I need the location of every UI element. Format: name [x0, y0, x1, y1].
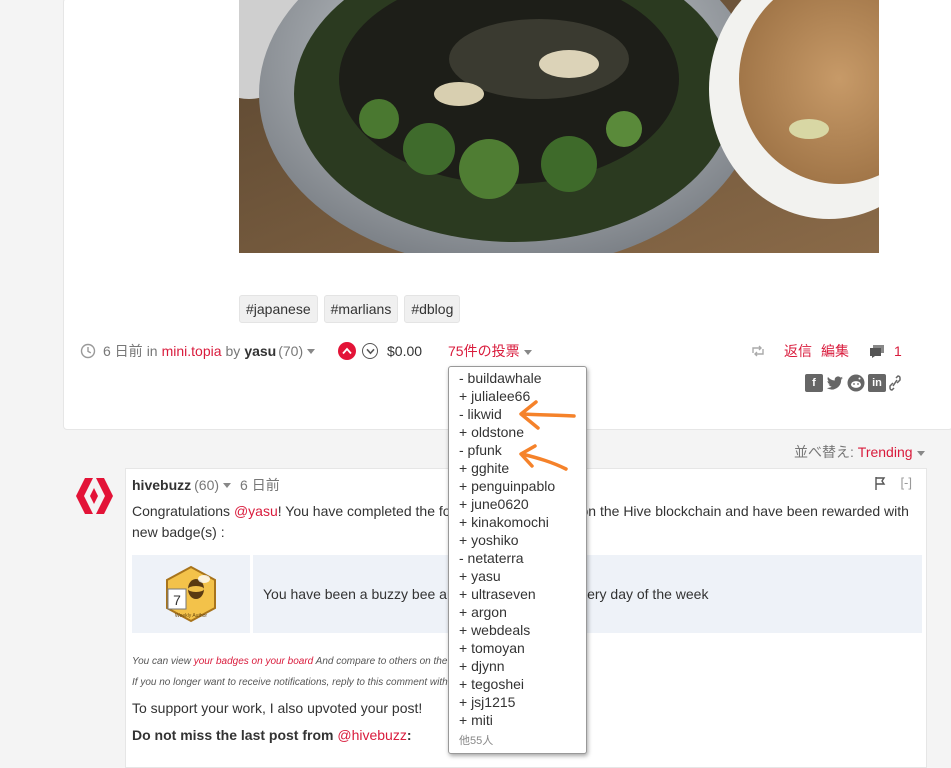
votes-count-button[interactable]: 75件の投票: [448, 340, 532, 362]
votes-count-label[interactable]: 75件の投票: [448, 343, 520, 359]
facebook-icon[interactable]: f: [805, 374, 823, 392]
last-post-suffix: :: [406, 727, 412, 743]
voter-item[interactable]: + ultraseven: [459, 585, 586, 603]
link-icon[interactable]: [889, 375, 901, 391]
by-word: by: [225, 343, 241, 359]
edit-link[interactable]: 編集: [821, 341, 849, 361]
sort-value[interactable]: Trending: [858, 444, 913, 460]
clock-icon: [80, 343, 96, 359]
comment-controls: [-]: [874, 475, 912, 490]
voter-item[interactable]: + argon: [459, 603, 586, 621]
author-menu-caret-icon[interactable]: [307, 348, 316, 354]
congrats-prefix: Congratulations: [132, 503, 234, 519]
voter-item[interactable]: + yoshiko: [459, 531, 586, 549]
more-voters: 他55人: [459, 735, 494, 747]
annotation-arrow-pfunk: [519, 444, 568, 471]
flag-icon[interactable]: [874, 476, 886, 490]
sort-control[interactable]: 並べ替え: Trending: [794, 442, 925, 462]
post-time[interactable]: 6 日前: [103, 341, 143, 361]
share-row: f in: [805, 374, 901, 392]
votes-caret-icon: [523, 349, 532, 355]
comment-header: hivebuzz (60) 6 日前: [132, 475, 280, 495]
voter-item[interactable]: + miti: [459, 711, 586, 729]
voter-item[interactable]: + penguinpablo: [459, 477, 586, 495]
vote-area: $0.00: [338, 340, 422, 362]
hivebuzz-mention-link[interactable]: @hivebuzz: [337, 727, 406, 743]
post-image-food-bowl: [239, 0, 879, 253]
post-meta: 6 日前 in mini.topia by yasu (70): [80, 340, 316, 362]
mention-link[interactable]: @yasu: [234, 503, 278, 519]
voter-item[interactable]: + tegoshei: [459, 675, 586, 693]
voter-item[interactable]: - netaterra: [459, 549, 586, 567]
upvote-icon[interactable]: [338, 342, 356, 360]
tag-japanese[interactable]: #japanese: [239, 295, 318, 323]
linkedin-icon[interactable]: in: [868, 374, 886, 392]
voter-item[interactable]: + webdeals: [459, 621, 586, 639]
badge-caption: Weekly Author: [175, 613, 207, 619]
badge-image: 7 Weekly Author: [132, 555, 253, 633]
comment-author-reputation: (60): [194, 477, 220, 493]
reblog-icon[interactable]: [750, 344, 766, 358]
voter-item[interactable]: - buildawhale: [459, 369, 586, 387]
payout-value[interactable]: $0.00: [387, 343, 422, 359]
badges-board-link[interactable]: your badges on your board: [194, 656, 314, 667]
tag-list: #japanese #marlians #dblog: [239, 295, 461, 323]
voter-item[interactable]: + june0620: [459, 495, 586, 513]
in-word: in: [146, 343, 158, 359]
author-link[interactable]: yasu: [244, 343, 276, 359]
annotation-arrow-likwid: [519, 400, 576, 430]
voter-item[interactable]: + jsj1215: [459, 693, 586, 711]
voter-item[interactable]: + yasu: [459, 567, 586, 585]
collapse-toggle[interactable]: [-]: [900, 475, 912, 490]
comments-icon[interactable]: [869, 344, 885, 358]
comment-time[interactable]: 6 日前: [240, 475, 280, 495]
author-reputation: (70): [278, 343, 304, 359]
voter-item[interactable]: + kinakomochi: [459, 513, 586, 531]
post-actions: 返信 編集 1: [750, 340, 902, 362]
badge-number: 7: [173, 592, 181, 608]
comment-author-caret-icon[interactable]: [223, 482, 232, 488]
tag-dblog[interactable]: #dblog: [404, 295, 461, 323]
badges-note-prefix: You can view: [132, 656, 194, 667]
downvote-icon[interactable]: [362, 343, 378, 359]
reply-link[interactable]: 返信: [784, 341, 812, 361]
reddit-icon[interactable]: [847, 374, 865, 392]
sort-label: 並べ替え:: [794, 444, 854, 460]
tag-marlians[interactable]: #marlians: [323, 295, 399, 323]
last-post-prefix: Do not miss the last post from: [132, 727, 338, 743]
avatar[interactable]: [72, 476, 116, 521]
twitter-icon[interactable]: [826, 375, 844, 391]
comment-author[interactable]: hivebuzz: [132, 477, 191, 493]
comment-count[interactable]: 1: [894, 343, 902, 359]
voter-item[interactable]: + tomoyan: [459, 639, 586, 657]
community-link[interactable]: mini.topia: [162, 343, 222, 359]
sort-caret-icon: [916, 450, 925, 456]
voter-item[interactable]: + djynn: [459, 657, 586, 675]
